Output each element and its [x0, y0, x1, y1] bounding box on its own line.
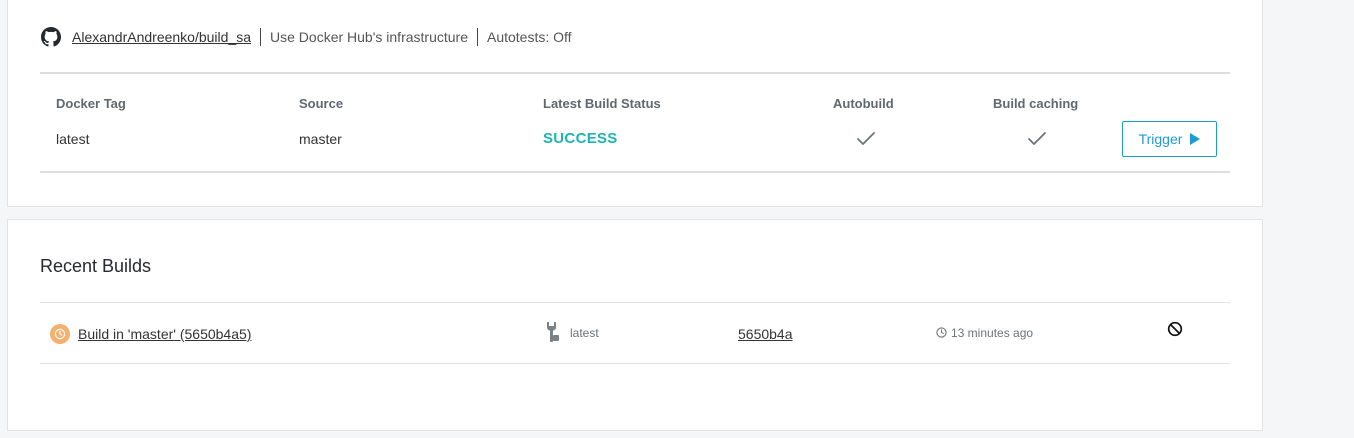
build-time: 13 minutes ago: [951, 326, 1034, 340]
recent-builds-card: Recent Builds Build in 'master' (5650b4a…: [7, 219, 1263, 431]
row-docker-tag: latest: [56, 131, 90, 147]
autotests-label: Autotests: Off: [486, 29, 572, 45]
repo-info-line: AlexandrAndreenko/build_sa Use Docker Hu…: [41, 27, 572, 47]
infrastructure-label: Use Docker Hub's infrastructure: [270, 29, 468, 45]
build-configuration-card: AlexandrAndreenko/build_sa Use Docker Hu…: [7, 0, 1263, 207]
pending-clock-icon: [50, 324, 70, 344]
autobuild-check-icon: [857, 132, 875, 145]
header-source: Source: [299, 96, 344, 111]
github-icon: [41, 27, 61, 47]
header-build-caching: Build caching: [993, 96, 1079, 111]
trigger-button[interactable]: Trigger: [1122, 121, 1217, 157]
divider: [260, 28, 262, 46]
table-bottom-divider: [40, 171, 1230, 173]
list-top-divider: [40, 302, 1230, 303]
cancel-build-icon[interactable]: [1167, 321, 1183, 337]
section-title: Recent Builds: [40, 256, 152, 276]
list-bottom-divider: [40, 363, 1230, 364]
trigger-label: Trigger: [1138, 131, 1183, 147]
build-tag: latest: [570, 326, 599, 340]
build-link[interactable]: Build in 'master' (5650b4a5): [78, 326, 251, 342]
clock-icon: [936, 327, 947, 338]
commit-link[interactable]: 5650b4a: [738, 326, 793, 342]
play-icon: [1189, 133, 1201, 145]
divider: [476, 28, 478, 46]
header-latest-build-status: Latest Build Status: [543, 96, 661, 111]
repo-link[interactable]: AlexandrAndreenko/build_sa: [72, 29, 251, 45]
build-caching-check-icon: [1028, 132, 1046, 145]
table-top-divider: [40, 72, 1230, 74]
row-source: master: [299, 131, 342, 147]
header-docker-tag: Docker Tag: [56, 96, 126, 111]
wrench-icon: [547, 322, 559, 342]
row-build-status: SUCCESS: [543, 130, 618, 147]
header-autobuild: Autobuild: [833, 96, 894, 111]
